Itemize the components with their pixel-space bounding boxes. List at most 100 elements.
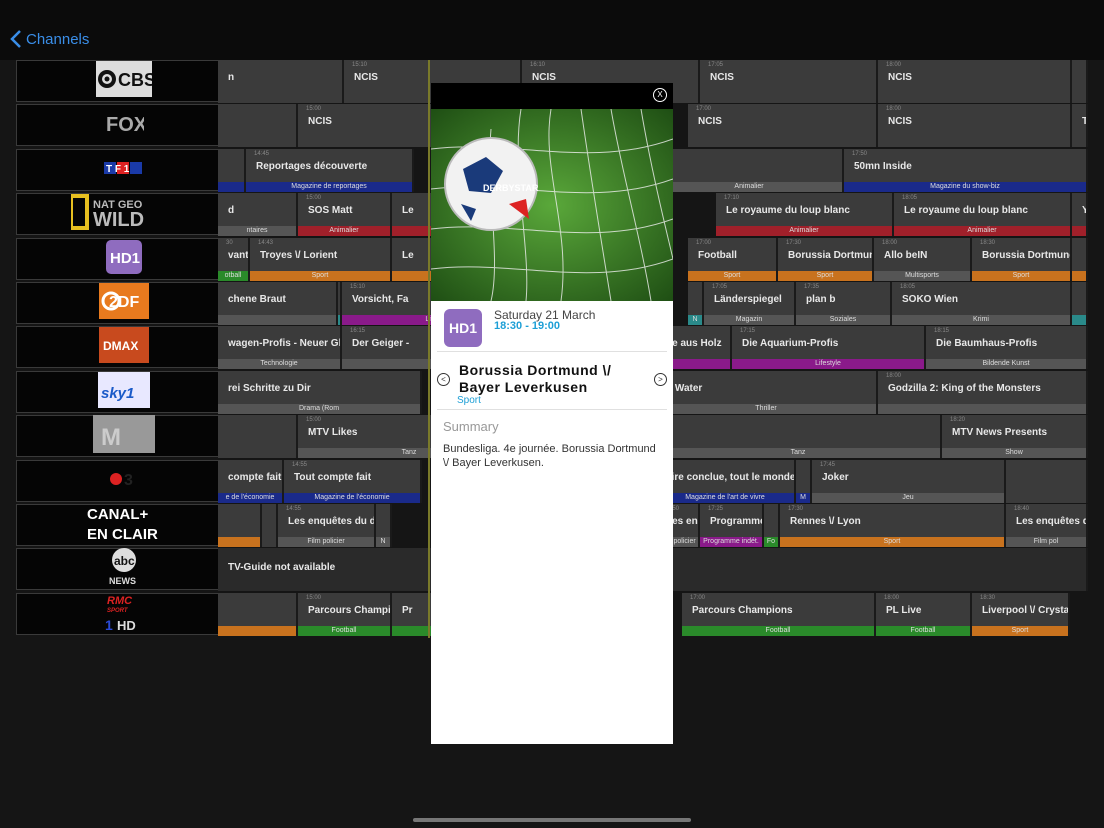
program-name: NCIS — [888, 116, 912, 128]
program-cell[interactable]: Y — [1072, 193, 1088, 237]
program-cell[interactable]: 14:55 Les enquêtes du dép Film policier — [278, 504, 376, 547]
program-name: Der Geiger - — [352, 338, 410, 350]
program-cell[interactable]: compte fait e de l'économie — [218, 459, 284, 503]
abc-logo-icon: abc NEWS — [107, 547, 141, 591]
program-cell[interactable]: chene Braut — [218, 282, 338, 325]
program-name: Pr — [402, 604, 413, 616]
program-cell[interactable]: 17:30 Rennes \/ Lyon Sport — [780, 504, 1006, 547]
program-cell[interactable]: 18:05 SOKO Wien Krimi — [892, 282, 1072, 325]
program-cell[interactable]: 18:00 NCIS — [878, 60, 1072, 103]
channel-logo-cell[interactable]: CANAL+ EN CLAIR — [16, 504, 232, 546]
program-cell[interactable]: N — [688, 282, 704, 325]
channel-logo-cell[interactable]: NAT GEO WILD — [16, 193, 232, 236]
channel-logo-cell[interactable]: HD1 — [16, 237, 232, 280]
svg-text:DMAX: DMAX — [103, 339, 138, 353]
program-cell[interactable] — [1072, 237, 1088, 281]
channel-logo-cell[interactable]: M — [16, 415, 232, 458]
program-cell[interactable] — [218, 592, 298, 636]
program-cell[interactable]: 17:00 Parcours Champions Football — [682, 592, 876, 636]
program-cell[interactable]: 17:10 Le royaume du loup blanc Animalier — [716, 193, 894, 237]
program-cell[interactable]: 17:15 Die Aquarium-Profis Lifestyle — [732, 326, 926, 370]
program-cell[interactable]: 17:00 Football Sport — [688, 237, 778, 281]
program-genre-bar — [218, 315, 336, 325]
program-cell[interactable]: 18:00 Allo beIN Multisports — [874, 237, 972, 281]
program-cell[interactable] — [218, 504, 262, 547]
program-name: Troyes \/ Lorient — [260, 249, 338, 261]
program-cell[interactable]: 17:50 50mn Inside Magazine du show-biz — [844, 148, 1088, 192]
program-genre-bar: Animalier — [656, 181, 842, 192]
channel-logo-cell[interactable]: T F 1 — [16, 148, 232, 191]
program-cell[interactable]: wagen-Profis - Neuer Glanz für a Technolo… — [218, 326, 342, 370]
program-cell[interactable] — [1006, 459, 1088, 503]
program-cell[interactable]: n — [218, 60, 344, 103]
program-cell[interactable] — [218, 415, 298, 459]
channel-logo-cell[interactable]: abc NEWS — [16, 547, 232, 591]
program-name: NCIS — [888, 72, 912, 83]
program-cell[interactable]: 18:05 Le royaume du loup blanc Animalier — [894, 193, 1072, 237]
program-cell[interactable]: 17:45 Joker Jeu — [812, 459, 1006, 503]
program-cell[interactable]: 17:35 plan b Soziales — [796, 282, 892, 325]
channel-logo-cell[interactable]: DMAX — [16, 326, 232, 369]
home-indicator[interactable] — [413, 818, 691, 822]
program-cell[interactable]: 17:25 Programme Programme indét. — [700, 504, 764, 547]
program-cell[interactable]: 17:05 NCIS — [700, 60, 878, 103]
program-cell[interactable]: 45aire conclue, tout le monde a quelqMag… — [656, 459, 796, 503]
svg-text:1: 1 — [105, 617, 113, 632]
summary-text: Bundesliga. 4e journée. Borussia Dortmun… — [443, 443, 656, 469]
program-genre-bar: Film policier — [278, 537, 374, 547]
program-cell[interactable] — [218, 148, 246, 192]
program-cell[interactable]: Tanz — [656, 415, 942, 459]
program-cell[interactable]: rei Schritte zu Dir Drama (Rom — [218, 370, 422, 414]
program-cell[interactable]: n Water Thriller — [656, 370, 878, 414]
program-start-time: 30 — [226, 239, 233, 246]
channel-logo-cell[interactable]: 2DF — [16, 282, 232, 324]
divider — [437, 351, 667, 352]
previous-program-button[interactable]: < — [437, 373, 450, 386]
program-cell[interactable]: 14:43 Troyes \/ Lorient Sport — [250, 237, 392, 281]
program-cell[interactable]: 14:45 Reportages découverte Magazine de re… — [246, 148, 414, 192]
program-cell[interactable]: 18:30 Borussia Dortmund \/ Sport — [972, 237, 1072, 281]
program-cell[interactable]: 15:00 SOS Matt Animalier — [298, 193, 392, 237]
program-cell[interactable]: 18:00 PL Live Football — [876, 592, 972, 636]
channel-logo-cell[interactable]: sky1 — [16, 370, 232, 413]
fox-logo-icon: FOX — [104, 111, 148, 139]
program-cell[interactable]: N — [376, 504, 392, 547]
program-cell[interactable]: 17:00 NCIS — [688, 104, 878, 148]
program-cell[interactable]: Animalier — [656, 148, 844, 192]
program-cell[interactable]: d ntaires — [218, 193, 298, 237]
program-cell[interactable]: 17:05 Länderspiegel Magazin — [704, 282, 796, 325]
program-cell[interactable]: 18:00 Godzilla 2: King of the Monsters — [878, 370, 1088, 414]
program-cell[interactable] — [1072, 60, 1088, 103]
back-button[interactable]: Channels — [10, 30, 89, 48]
program-genre-bar: N — [688, 315, 702, 325]
program-name: Y — [1082, 205, 1086, 216]
program-start-time: 15:10 — [350, 284, 366, 290]
program-cell[interactable]: 14:55 Tout compte fait Magazine de l'écono… — [284, 459, 422, 503]
program-cell[interactable] — [262, 504, 278, 547]
channel-logo-cell[interactable]: RMC SPORT 1 HD — [16, 592, 232, 635]
program-cell[interactable]: 30 vant-r otball — [218, 237, 250, 281]
next-program-button[interactable]: > — [654, 373, 667, 386]
hd1-logo-icon: HD1 — [105, 239, 143, 279]
program-cell[interactable]: 15:00 Parcours Champions Football — [298, 592, 392, 636]
program-cell[interactable]: M — [796, 459, 812, 503]
program-cell[interactable]: 18:30 Liverpool \/ Crystal P Sport — [972, 592, 1070, 636]
program-cell[interactable]: 17:30 Borussia Dortmund \/ Sport — [778, 237, 874, 281]
program-cell[interactable]: 18:15 Die Baumhaus-Profis Bildende Kunst — [926, 326, 1088, 370]
program-cell[interactable]: T — [1072, 104, 1088, 148]
program-genre-bar: Fo — [764, 537, 778, 547]
natgeo-logo-icon: NAT GEO WILD — [69, 194, 177, 234]
program-cell[interactable]: Fo — [764, 504, 780, 547]
channel-logo-cell[interactable]: FOX — [16, 104, 232, 147]
channel-logo-cell[interactable]: CBS — [16, 60, 232, 102]
close-button[interactable]: X — [653, 88, 667, 102]
program-cell[interactable]: 18:20 MTV News Presents Show — [942, 415, 1088, 459]
program-start-time: 18:00 — [886, 62, 902, 68]
channel-logo-cell[interactable]: 3 — [16, 459, 232, 502]
program-cell[interactable] — [1072, 282, 1088, 325]
program-genre-bar: Tanz — [656, 448, 940, 459]
tf1-logo-icon: T F 1 — [104, 159, 144, 181]
program-cell[interactable]: 18:40 Les enquêtes du dé Film pol — [1006, 504, 1088, 547]
program-cell[interactable] — [218, 104, 298, 148]
program-cell[interactable]: 18:00 NCIS — [878, 104, 1072, 148]
